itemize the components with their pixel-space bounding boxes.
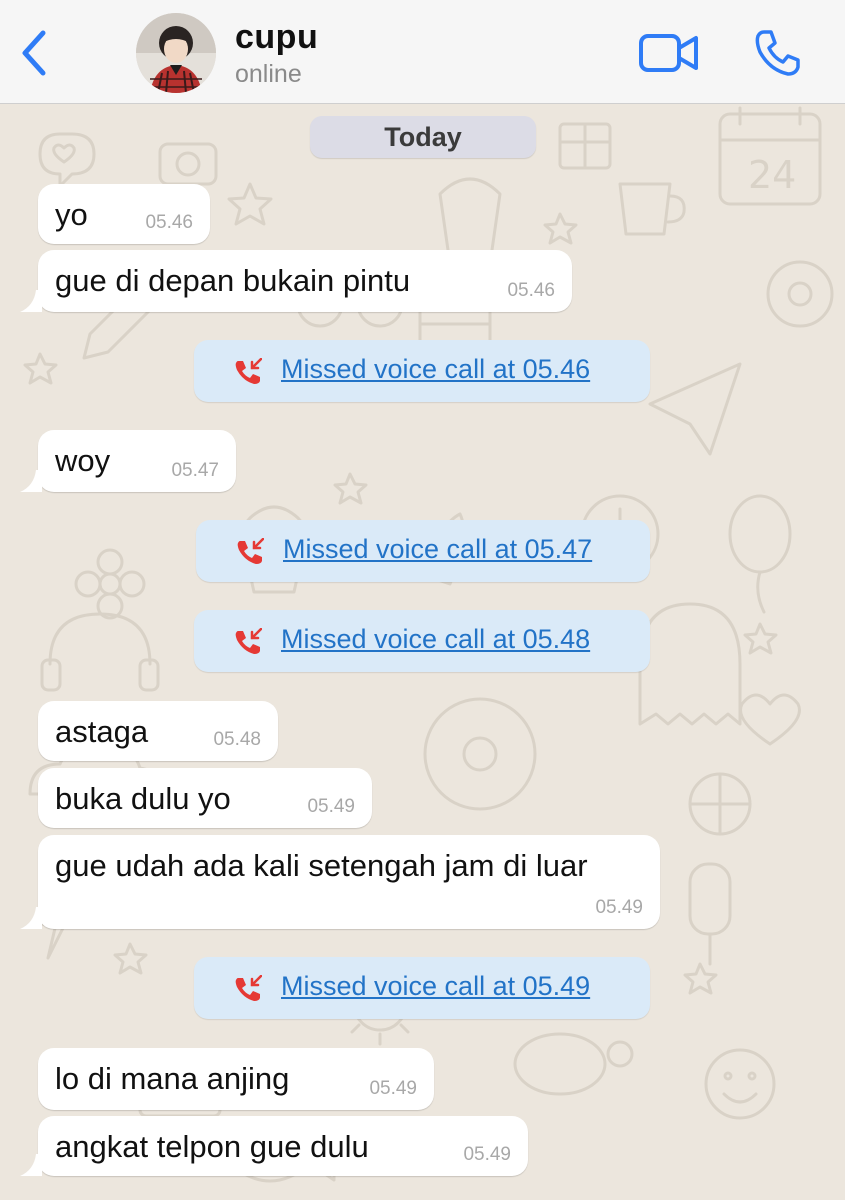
avatar-image: [136, 13, 216, 93]
message-text: gue di depan bukain pintu: [55, 263, 411, 298]
missed-call-notice[interactable]: Missed voice call at 05.46: [194, 340, 650, 402]
message-text: yo: [55, 197, 88, 232]
contact-name[interactable]: cupu: [235, 18, 318, 57]
missed-call-notice[interactable]: Missed voice call at 05.49: [194, 957, 650, 1019]
message-bubble[interactable]: woy 05.47: [20, 430, 236, 492]
message-time: 05.47: [171, 460, 219, 481]
date-separator: Today: [310, 116, 536, 158]
bubble-tail: [20, 1154, 42, 1176]
message-time: 05.49: [307, 796, 355, 817]
missed-call-label[interactable]: Missed voice call at 05.47: [283, 534, 592, 565]
message-text: woy: [55, 443, 111, 478]
message-time: 05.46: [507, 280, 555, 301]
message-time: 05.49: [595, 897, 643, 918]
message-bubble[interactable]: buka dulu yo 05.49: [38, 768, 372, 828]
phone-icon: [755, 30, 800, 76]
bubble-tail: [20, 290, 42, 312]
back-button[interactable]: [14, 26, 54, 80]
missed-call-notice[interactable]: Missed voice call at 05.48: [194, 610, 650, 672]
message-time: 05.49: [463, 1144, 511, 1165]
missed-call-icon: [237, 538, 264, 564]
missed-call-label[interactable]: Missed voice call at 05.49: [281, 971, 590, 1002]
message-time: 05.48: [213, 729, 261, 750]
message-bubble[interactable]: gue udah ada kali setengah jam di luar 0…: [20, 835, 660, 929]
contact-status: online: [235, 60, 302, 88]
message-time: 05.46: [145, 212, 193, 233]
message-list[interactable]: Today yo 05.46 gue di depan bukain pintu…: [0, 104, 845, 1200]
chat-header: cupu online: [0, 0, 845, 104]
message-bubble[interactable]: yo 05.46: [38, 184, 210, 244]
message-bubble[interactable]: lo di mana anjing 05.49: [38, 1048, 434, 1110]
message-text: gue udah ada kali setengah jam di luar: [55, 848, 588, 883]
chevron-left-icon: [22, 30, 46, 76]
message-bubble[interactable]: angkat telpon gue dulu 05.49: [20, 1116, 528, 1176]
message-text: lo di mana anjing: [55, 1061, 290, 1096]
missed-call-label[interactable]: Missed voice call at 05.46: [281, 354, 590, 385]
message-text: angkat telpon gue dulu: [55, 1129, 369, 1164]
message-bubble[interactable]: gue di depan bukain pintu 05.46: [20, 250, 572, 312]
voice-call-button[interactable]: [752, 28, 802, 78]
message-bubble[interactable]: astaga 05.48: [38, 701, 278, 761]
missed-call-label[interactable]: Missed voice call at 05.48: [281, 624, 590, 655]
message-time: 05.49: [369, 1078, 417, 1099]
avatar[interactable]: [136, 13, 216, 93]
missed-call-icon: [235, 975, 262, 1001]
bubble-tail: [20, 907, 42, 929]
missed-call-notice[interactable]: Missed voice call at 05.47: [196, 520, 650, 582]
message-text: astaga: [55, 714, 149, 749]
bubble-tail: [20, 470, 42, 492]
video-camera-icon: [639, 34, 698, 72]
missed-call-icon: [235, 358, 262, 384]
missed-call-icon: [235, 628, 262, 654]
video-call-button[interactable]: [638, 30, 700, 76]
message-text: buka dulu yo: [55, 781, 231, 816]
